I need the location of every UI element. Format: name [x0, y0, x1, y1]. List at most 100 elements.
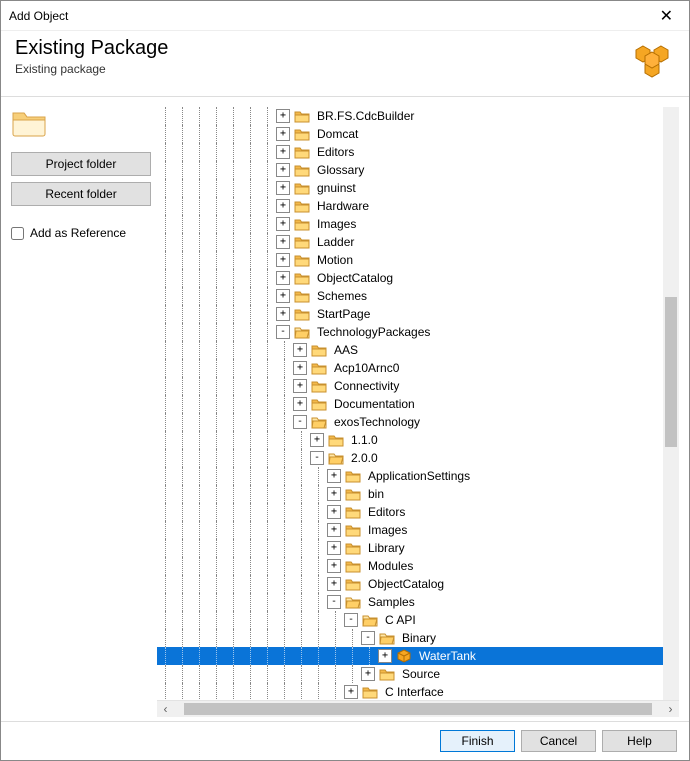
add-as-reference-checkbox[interactable]: [11, 227, 24, 240]
vertical-scrollbar[interactable]: [663, 107, 679, 700]
tree-item-label: Samples: [365, 594, 418, 610]
expand-icon[interactable]: +: [327, 559, 341, 573]
tree-item-label: Source: [399, 666, 443, 682]
expand-icon[interactable]: +: [276, 217, 290, 231]
tree-item-label: Acp10Arnc0: [331, 360, 402, 376]
tree-panel: +BR.FS.CdcBuilder+Domcat+Editors+Glossar…: [157, 107, 679, 717]
tree-row[interactable]: +AAS: [157, 341, 675, 359]
tree-row[interactable]: - exosTechnology: [157, 413, 675, 431]
tree-row[interactable]: + Images: [157, 521, 675, 539]
tree-row[interactable]: -TechnologyPackages: [157, 323, 675, 341]
tree-row[interactable]: +Library: [157, 539, 675, 557]
tree-row[interactable]: +ApplicationSettings: [157, 467, 675, 485]
expand-icon[interactable]: +: [327, 541, 341, 555]
tree-row[interactable]: - Samples: [157, 593, 675, 611]
collapse-icon[interactable]: -: [276, 325, 290, 339]
titlebar: Add Object ✕: [1, 1, 689, 31]
finish-button[interactable]: Finish: [440, 730, 515, 752]
expand-icon[interactable]: +: [361, 667, 375, 681]
expand-icon[interactable]: +: [276, 307, 290, 321]
add-as-reference-row[interactable]: Add as Reference: [11, 226, 151, 240]
tree-item-label: Binary: [399, 630, 439, 646]
expand-icon[interactable]: +: [276, 289, 290, 303]
tree-row[interactable]: +1.1.0: [157, 431, 675, 449]
tree-item-label: Images: [314, 216, 359, 232]
expand-icon[interactable]: +: [293, 361, 307, 375]
tree-item-label: StartPage: [314, 306, 373, 322]
window-title: Add Object: [9, 9, 652, 23]
scroll-left-icon[interactable]: ‹: [157, 701, 174, 717]
horizontal-scrollbar[interactable]: ‹ ›: [157, 700, 679, 717]
tree-row[interactable]: +ObjectCatalog: [157, 269, 675, 287]
horizontal-scroll-thumb[interactable]: [184, 703, 652, 715]
expand-icon[interactable]: +: [293, 379, 307, 393]
tree-row[interactable]: +Editors: [157, 503, 675, 521]
tree-item-label: Editors: [314, 144, 357, 160]
tree-item-label: Documentation: [331, 396, 418, 412]
tree-row[interactable]: +BR.FS.CdcBuilder: [157, 107, 675, 125]
expand-icon[interactable]: +: [344, 685, 358, 699]
tree-row[interactable]: +Schemes: [157, 287, 675, 305]
recent-folder-button[interactable]: Recent folder: [11, 182, 151, 206]
tree-row[interactable]: +Connectivity: [157, 377, 675, 395]
tree-item-label: Motion: [314, 252, 356, 268]
cancel-button[interactable]: Cancel: [521, 730, 596, 752]
expand-icon[interactable]: +: [276, 235, 290, 249]
tree-row[interactable]: + Motion: [157, 251, 675, 269]
collapse-icon[interactable]: -: [310, 451, 324, 465]
expand-icon[interactable]: +: [378, 649, 392, 663]
collapse-icon[interactable]: -: [327, 595, 341, 609]
project-folder-button[interactable]: Project folder: [11, 152, 151, 176]
expand-icon[interactable]: +: [327, 487, 341, 501]
tree-item-label: Images: [365, 522, 410, 538]
tree-row[interactable]: + Acp10Arnc0: [157, 359, 675, 377]
tree-row[interactable]: +Modules: [157, 557, 675, 575]
expand-icon[interactable]: +: [327, 505, 341, 519]
tree-item-label: Glossary: [314, 162, 367, 178]
dialog-footer: Finish Cancel Help: [1, 721, 689, 760]
expand-icon[interactable]: +: [276, 163, 290, 177]
expand-icon[interactable]: +: [293, 343, 307, 357]
tree-row[interactable]: +gnuinst: [157, 179, 675, 197]
expand-icon[interactable]: +: [276, 253, 290, 267]
tree-row[interactable]: - Binary: [157, 629, 675, 647]
expand-icon[interactable]: +: [293, 397, 307, 411]
expand-icon[interactable]: +: [327, 469, 341, 483]
tree-row[interactable]: + Source: [157, 665, 675, 683]
vertical-scroll-thumb[interactable]: [665, 297, 677, 447]
collapse-icon[interactable]: -: [361, 631, 375, 645]
sidebar: Project folder Recent folder Add as Refe…: [11, 107, 151, 717]
tree-row[interactable]: +bin: [157, 485, 675, 503]
expand-icon[interactable]: +: [327, 523, 341, 537]
collapse-icon[interactable]: -: [344, 613, 358, 627]
package-tree[interactable]: +BR.FS.CdcBuilder+Domcat+Editors+Glossar…: [157, 107, 679, 700]
tree-row[interactable]: + Images: [157, 215, 675, 233]
expand-icon[interactable]: +: [327, 577, 341, 591]
tree-row[interactable]: + Documentation: [157, 395, 675, 413]
tree-item-label: ObjectCatalog: [365, 576, 447, 592]
scroll-right-icon[interactable]: ›: [662, 701, 679, 717]
tree-row[interactable]: + ObjectCatalog: [157, 575, 675, 593]
tree-row[interactable]: +Ladder: [157, 233, 675, 251]
close-icon[interactable]: ✕: [652, 4, 681, 28]
expand-icon[interactable]: +: [276, 109, 290, 123]
tree-row[interactable]: +Domcat: [157, 125, 675, 143]
tree-row[interactable]: -2.0.0: [157, 449, 675, 467]
tree-row[interactable]: +C Interface: [157, 683, 675, 700]
collapse-icon[interactable]: -: [293, 415, 307, 429]
expand-icon[interactable]: +: [276, 127, 290, 141]
tree-row[interactable]: +WaterTank: [157, 647, 675, 665]
tree-item-label: exosTechnology: [331, 414, 423, 430]
tree-row[interactable]: + StartPage: [157, 305, 675, 323]
tree-row[interactable]: +Hardware: [157, 197, 675, 215]
expand-icon[interactable]: +: [276, 199, 290, 213]
tree-row[interactable]: + Editors: [157, 143, 675, 161]
tree-row[interactable]: -C API: [157, 611, 675, 629]
page-title: Existing Package: [15, 37, 629, 60]
expand-icon[interactable]: +: [276, 145, 290, 159]
expand-icon[interactable]: +: [276, 181, 290, 195]
expand-icon[interactable]: +: [276, 271, 290, 285]
tree-row[interactable]: + Glossary: [157, 161, 675, 179]
expand-icon[interactable]: +: [310, 433, 324, 447]
help-button[interactable]: Help: [602, 730, 677, 752]
